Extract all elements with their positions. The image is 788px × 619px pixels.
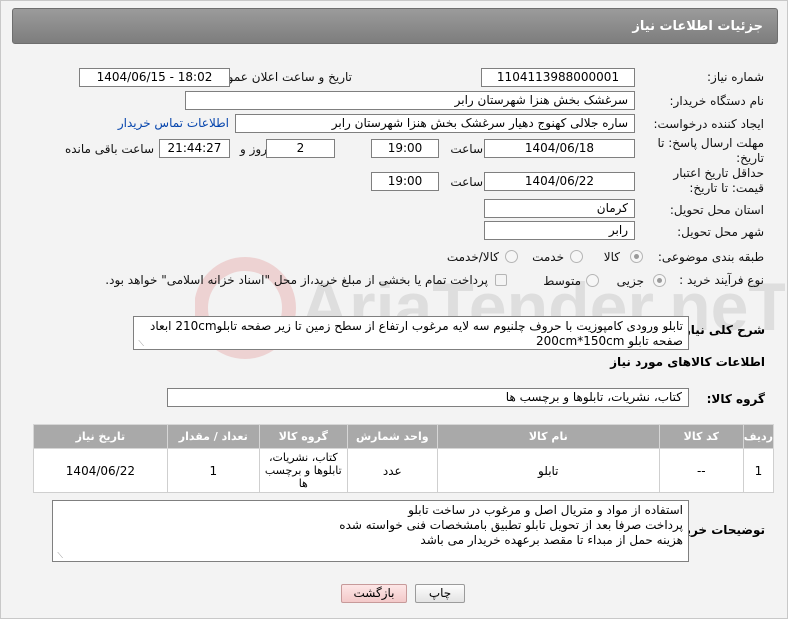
- page-header: جزئیات اطلاعات نیاز: [12, 8, 778, 44]
- col-date-header: تاریخ نیاز: [33, 424, 168, 449]
- buyer-notes-line-1: استفاده از مواد و متریال اصل و مرغوب در …: [408, 503, 683, 517]
- cell-code: --: [658, 448, 744, 493]
- contact-buyer-link[interactable]: اطلاعات تماس خریدار: [118, 116, 229, 130]
- resize-handle-icon[interactable]: ⟋: [136, 340, 144, 348]
- description-textarea[interactable]: تابلو ورودی کامپوزیت با حروف چلنیوم سه ل…: [133, 316, 689, 350]
- back-button[interactable]: بازگشت: [341, 584, 407, 603]
- deadline-date-field[interactable]: 1404/06/18: [484, 139, 635, 158]
- goods-table: ردیف کد کالا نام کالا واحد شمارش گروه کا…: [33, 424, 775, 493]
- radio-partial-label: جزیی: [616, 274, 644, 288]
- province-field[interactable]: کرمان: [484, 199, 635, 218]
- days-field[interactable]: 2: [266, 139, 335, 158]
- deadline-time-label: ساعت: [450, 142, 483, 156]
- page-title: جزئیات اطلاعات نیاز: [632, 19, 763, 34]
- radio-service[interactable]: [570, 250, 583, 263]
- col-name-header: نام کالا: [436, 424, 660, 449]
- validity-date-field[interactable]: 1404/06/22: [484, 172, 635, 191]
- goods-info-title: اطلاعات کالاهای مورد نیاز: [610, 355, 765, 369]
- city-field[interactable]: رابر: [484, 221, 635, 240]
- need-number-field[interactable]: 1104113988000001: [481, 68, 635, 87]
- table-row[interactable]: 1 -- تابلو عدد کتاب، نشریات، تابلوها و ب…: [33, 448, 775, 493]
- remaining-time-field[interactable]: 21:44:27: [159, 139, 230, 158]
- radio-service-label: خدمت: [532, 250, 564, 264]
- buyer-org-label: نام دستگاه خریدار:: [669, 94, 765, 108]
- cell-group: کتاب، نشریات، تابلوها و برچسب ها: [258, 448, 348, 493]
- cell-date: 1404/06/22: [33, 448, 168, 493]
- print-button[interactable]: چاپ: [415, 584, 465, 603]
- resize-handle-icon[interactable]: ⟋: [55, 552, 63, 560]
- subject-class-label: طبقه بندی موضوعی:: [657, 250, 764, 264]
- price-validity-label: حداقل تاریخ اعتبار قیمت: تا تاریخ:: [673, 166, 764, 195]
- cell-unit: عدد: [346, 448, 438, 493]
- province-label: استان محل تحویل:: [669, 203, 764, 217]
- col-code-header: کد کالا: [658, 424, 744, 449]
- col-qty-header: تعداد / مقدار: [166, 424, 260, 449]
- cell-qty: 1: [166, 448, 260, 493]
- buyer-org-field[interactable]: سرغشک بخش هنزا شهرستان رابر: [185, 91, 635, 110]
- need-number-label: شماره نیاز:: [707, 70, 764, 84]
- cell-row: 1: [742, 448, 775, 493]
- purchase-type-label: نوع فرآیند خرید :: [679, 273, 764, 287]
- table-header-row: ردیف کد کالا نام کالا واحد شمارش گروه کا…: [33, 424, 775, 449]
- buyer-notes-textarea[interactable]: استفاده از مواد و متریال اصل و مرغوب در …: [52, 500, 689, 562]
- treasury-note: پرداخت تمام یا بخشی از مبلغ خرید،از محل …: [105, 273, 488, 287]
- buyer-notes-line-3: هزینه حمل از مبداء تا مقصد برعهده خریدار…: [420, 533, 683, 547]
- validity-time-label: ساعت: [450, 175, 483, 189]
- col-unit-header: واحد شمارش: [346, 424, 438, 449]
- deadline-time-field[interactable]: 19:00: [371, 139, 439, 158]
- radio-partial[interactable]: [653, 274, 666, 287]
- radio-goods-service[interactable]: [505, 250, 518, 263]
- hours-remaining-label: ساعت باقی مانده: [64, 142, 154, 156]
- col-group-header: گروه کالا: [258, 424, 348, 449]
- description-text: تابلو ورودی کامپوزیت با حروف چلنیوم سه ل…: [150, 319, 683, 348]
- announce-datetime-field[interactable]: 1404/06/15 - 18:02: [79, 68, 230, 87]
- validity-time-field[interactable]: 19:00: [371, 172, 439, 191]
- treasury-checkbox[interactable]: [495, 274, 507, 286]
- requester-label: ایجاد کننده درخواست:: [653, 117, 764, 131]
- description-label: شرح کلی نیاز:: [679, 323, 765, 337]
- radio-goods-label: کالا: [603, 250, 620, 264]
- col-row-header: ردیف: [742, 424, 775, 449]
- cell-name: تابلو: [436, 448, 660, 493]
- radio-medium[interactable]: [586, 274, 599, 287]
- goods-group-label: گروه کالا:: [706, 392, 765, 406]
- deadline-label: مهلت ارسال پاسخ: تا تاریخ:: [657, 136, 764, 165]
- city-label: شهر محل تحویل:: [677, 225, 764, 239]
- buyer-notes-line-2: پرداخت صرفا بعد از تحویل تابلو تطبیق بام…: [339, 518, 683, 532]
- radio-medium-label: متوسط: [543, 274, 581, 288]
- radio-goods-service-label: کالا/خدمت: [446, 250, 499, 264]
- goods-group-field[interactable]: کتاب، نشریات، تابلوها و برچسب ها: [167, 388, 689, 407]
- radio-goods[interactable]: [630, 250, 643, 263]
- day-and-label: روز و: [240, 142, 267, 156]
- requester-field[interactable]: ساره جلالی کهنوج دهیار سرغشک بخش هنزا شه…: [235, 114, 635, 133]
